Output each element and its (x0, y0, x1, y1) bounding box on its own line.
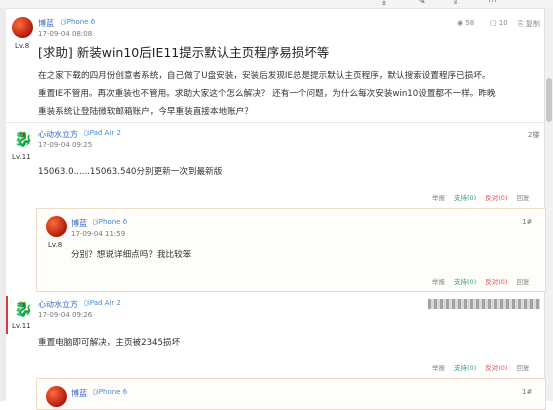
browser-toolbar: ⤓ ✎ ⇪ ⋯ (0, 0, 553, 9)
report-link[interactable]: 举报 (432, 194, 445, 202)
floor-number: 1# (522, 218, 533, 226)
comment-icon: ▢ (490, 19, 499, 27)
report-link[interactable]: 举报 (432, 278, 445, 286)
more-icon[interactable]: ⋯ (488, 0, 497, 7)
avatar[interactable] (46, 386, 67, 407)
device-label: ▯iPhone 6 (93, 218, 128, 226)
reply-author[interactable]: 博蓝 (71, 218, 87, 229)
reply-count: ▢ 10 (490, 19, 508, 27)
support-link[interactable]: 支持(0) (454, 278, 476, 286)
download-icon[interactable]: ⤓ (382, 0, 386, 7)
oppose-link[interactable]: 反对(0) (485, 278, 507, 286)
scrollbar-thumb[interactable] (546, 78, 552, 122)
reply-author[interactable]: 博蓝 (71, 388, 87, 399)
floor-number: 2楼 (528, 131, 540, 139)
avatar[interactable]: 🐉 (12, 299, 33, 319)
pen-icon[interactable]: ✎ (418, 0, 426, 7)
oppose-link[interactable]: 反对(0) (485, 364, 507, 372)
reply-actions: 举报 支持(0) 反对(0) 回复 (432, 362, 529, 372)
post-author[interactable]: 博蓝 (38, 18, 54, 29)
device-label: ▯iPhone 6 (61, 18, 96, 26)
post-body-line: 重装系统让登陆微软邮箱账户，今早重装直接本地账户？ (38, 107, 253, 117)
device-label: ▯iPad Air 2 (84, 129, 121, 137)
oppose-link[interactable]: 反对(0) (485, 194, 507, 202)
redacted-area (428, 299, 540, 309)
reply-link[interactable]: 回复 (516, 194, 529, 202)
copy-link[interactable]: ⎘ 复制 (518, 19, 540, 29)
share-icon[interactable]: ⇪ (452, 0, 460, 7)
view-count: ◉ 58 (457, 19, 475, 27)
left-gutter (0, 8, 6, 401)
reply-author[interactable]: 心动水立方 (38, 299, 78, 310)
dragon-avatar-icon: 🐉 (14, 300, 33, 318)
user-level: Lv.8 (15, 42, 30, 50)
support-link[interactable]: 支持(0) (454, 194, 476, 202)
reply-actions: 举报 支持(0) 反对(0) 回复 (432, 276, 529, 286)
post-divider (6, 122, 545, 123)
user-level: Lv.8 (48, 241, 63, 249)
avatar[interactable]: 🐉 (12, 129, 33, 149)
post-title: [求助] 新装win10后IE11提示默认主页程序易损坏等 (38, 45, 330, 60)
scrollbar[interactable] (544, 8, 553, 401)
support-link[interactable]: 支持(0) (454, 364, 476, 372)
post-date: 17-09-04 08:08 (38, 30, 93, 38)
device-label: ▯iPad Air 2 (84, 299, 121, 307)
reply-text: 15063.0......15063.540分别更新一次到最新版 (38, 167, 223, 177)
reply-link[interactable]: 回复 (516, 278, 529, 286)
reply-text: 分别？想说详细点吗？我比较笨 (71, 250, 192, 260)
reply-link[interactable]: 回复 (516, 364, 529, 372)
reply-actions: 举报 支持(0) 反对(0) 回复 (432, 192, 529, 202)
reply-date: 17-09-04 09:25 (38, 141, 93, 149)
user-level: Lv.11 (12, 322, 31, 330)
post-body-line: 在之家下载的四月份创意者系统，自己做了U盘安装，安装后发现IE总是提示默认主页程… (38, 71, 491, 81)
post-body-line: 重置IE不管用。再次重装也不管用。求助大家这个怎么解决？ 还有一个问题，为什么每… (38, 89, 496, 99)
copy-icon: ⎘ (518, 20, 526, 28)
report-link[interactable]: 举报 (432, 364, 445, 372)
floor-number: 1# (522, 388, 533, 396)
avatar[interactable] (46, 216, 67, 237)
device-label: ▯iPhone 6 (93, 388, 128, 396)
dragon-avatar-icon: 🐉 (14, 130, 33, 148)
reply-author[interactable]: 心动水立方 (38, 129, 78, 140)
reply-date: 17-09-04 11:59 (71, 230, 126, 238)
reply-date: 17-09-04 09:26 (38, 311, 93, 319)
avatar[interactable] (12, 17, 33, 38)
reply-text: 重置电脑即可解决，主页被2345损坏 (38, 338, 181, 348)
user-level: Lv.11 (12, 153, 31, 161)
highlight-bar (6, 296, 8, 334)
